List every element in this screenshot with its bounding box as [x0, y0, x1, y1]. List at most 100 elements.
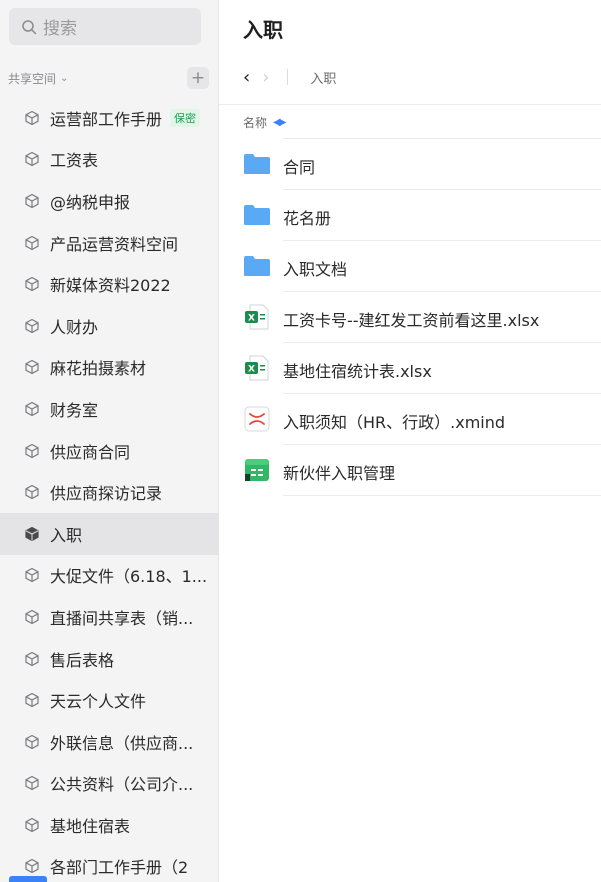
svg-text:X: X	[248, 365, 255, 375]
shared-space-header[interactable]: 共享空间 ⌄	[0, 66, 218, 90]
sidebar-item-label: 财务室	[50, 400, 99, 420]
file-row[interactable]: 入职须知（HR、行政）.xmind	[219, 394, 601, 445]
folder-icon	[244, 256, 270, 276]
confidential-badge: 保密	[170, 108, 201, 127]
file-icon-wrap	[243, 151, 271, 177]
sheet-app-icon	[245, 459, 269, 481]
folder-icon	[244, 154, 270, 174]
sidebar-item[interactable]: 天云个人文件	[0, 679, 218, 721]
excel-file-icon: X	[245, 355, 269, 381]
add-space-button[interactable]: +	[187, 67, 209, 89]
file-row[interactable]: X 工资卡号--建红发工资前看这里.xlsx	[219, 292, 601, 343]
chevron-down-icon: ⌄	[60, 72, 69, 84]
sidebar-item[interactable]: 人财办	[0, 305, 218, 347]
forward-arrow-icon[interactable]: ›	[262, 67, 269, 88]
space-cube-icon	[25, 859, 39, 874]
sidebar-item-label: 运营部工作手册	[50, 109, 163, 129]
page-title: 入职	[243, 18, 283, 42]
file-icon-wrap	[243, 406, 271, 432]
space-cube-icon	[25, 193, 39, 209]
file-icon-wrap	[243, 202, 271, 228]
file-row[interactable]: 新伙伴入职管理	[219, 445, 601, 496]
sidebar-item-label: 麻花拍摄素材	[50, 359, 147, 379]
sidebar-item-label: 新媒体资料2022	[50, 276, 171, 296]
space-cube-icon	[25, 110, 39, 125]
search-icon	[22, 19, 37, 34]
sidebar-item[interactable]: 产品运营资料空间	[0, 222, 218, 264]
file-row[interactable]: 合同	[219, 139, 601, 190]
sidebar-item[interactable]: 入职	[0, 512, 218, 555]
space-cube-icon	[25, 526, 39, 541]
file-icon-wrap: X	[243, 355, 271, 381]
plus-icon: +	[190, 68, 206, 88]
sidebar-item-label: 各部门工作手册（2	[50, 858, 189, 878]
sidebar-item-label: 产品运营资料空间	[50, 234, 179, 254]
sidebar-item[interactable]: 运营部工作手册 保密	[0, 97, 218, 139]
sidebar-item[interactable]: 基地住宿表	[0, 804, 218, 846]
row-divider	[283, 495, 601, 496]
file-list: 合同花名册入职文档 X 工资卡号--建红发工资前看这里.xlsx X 基地住宿统计表.x…	[219, 139, 601, 496]
sidebar-item[interactable]: 大促文件（6.18、1...	[0, 555, 218, 597]
folder-icon	[244, 205, 270, 225]
sidebar-item[interactable]: 供应商探访记录	[0, 471, 218, 513]
sidebar: 搜索 共享空间 ⌄ + 运营部工作手册 保密工资表 @纳税申报产品运营资料空间 新媒体…	[0, 0, 219, 882]
bottom-indicator	[9, 876, 47, 882]
file-row[interactable]: 花名册	[219, 190, 601, 241]
sidebar-item[interactable]: @纳税申报	[0, 180, 218, 222]
file-icon-wrap	[243, 457, 271, 483]
column-header-label: 名称	[243, 116, 268, 130]
column-header-name[interactable]: 名称 ◀▶	[243, 114, 286, 131]
space-cube-icon	[25, 401, 39, 417]
sidebar-item-label: 外联信息（供应商...	[50, 733, 194, 753]
space-cube-icon	[25, 360, 39, 375]
file-name: 合同	[283, 158, 316, 177]
sidebar-item-label: 工资表	[50, 151, 99, 171]
sidebar-item-label: @纳税申报	[50, 192, 131, 212]
file-row[interactable]: 入职文档	[219, 241, 601, 292]
sidebar-item[interactable]: 直播间共享表（销...	[0, 596, 218, 638]
sidebar-item-label: 售后表格	[50, 650, 115, 670]
sidebar-item[interactable]: 供应商合同	[0, 430, 218, 472]
sidebar-item-label: 天云个人文件	[50, 692, 147, 712]
sidebar-item[interactable]: 财务室	[0, 388, 218, 430]
file-name: 入职文档	[283, 260, 348, 279]
file-name: 工资卡号--建红发工资前看这里.xlsx	[283, 311, 540, 330]
sidebar-item[interactable]: 售后表格	[0, 638, 218, 680]
sidebar-item-label: 入职	[50, 525, 83, 545]
sidebar-item-label: 基地住宿表	[50, 816, 131, 836]
sidebar-item-label: 人财办	[50, 317, 99, 337]
file-icon-wrap: X	[243, 304, 271, 330]
breadcrumb[interactable]: 入职	[310, 68, 336, 87]
xmind-file-icon	[244, 406, 270, 432]
space-cube-icon	[25, 443, 39, 458]
sidebar-item[interactable]: 外联信息（供应商...	[0, 721, 218, 763]
excel-file-icon: X	[245, 304, 269, 330]
file-name: 基地住宿统计表.xlsx	[283, 362, 432, 381]
space-cube-icon	[25, 152, 39, 167]
space-cube-icon	[25, 568, 39, 583]
space-list: 运营部工作手册 保密工资表 @纳税申报产品运营资料空间 新媒体资料2022 人财办麻花拍…	[0, 97, 218, 882]
sidebar-item[interactable]: 麻花拍摄素材	[0, 347, 218, 389]
space-cube-icon	[25, 277, 39, 292]
space-cube-icon	[25, 817, 39, 832]
file-name: 花名册	[283, 209, 332, 228]
sidebar-item-label: 供应商探访记录	[50, 484, 163, 504]
nav-divider	[287, 69, 289, 85]
space-cube-icon	[25, 734, 39, 749]
back-arrow-icon[interactable]: ‹	[243, 67, 250, 88]
sidebar-item[interactable]: 新媒体资料2022	[0, 263, 218, 305]
space-cube-icon	[25, 651, 39, 666]
shared-space-label: 共享空间	[8, 71, 57, 86]
sidebar-item[interactable]: 公共资料（公司介...	[0, 763, 218, 805]
file-row[interactable]: X 基地住宿统计表.xlsx	[219, 343, 601, 394]
sidebar-item-label: 公共资料（公司介...	[50, 775, 194, 795]
search-input[interactable]: 搜索	[9, 8, 201, 45]
nav-bar: ‹ › 入职	[243, 64, 336, 90]
space-cube-icon	[25, 235, 39, 250]
sort-icon: ◀▶	[273, 117, 286, 128]
divider	[219, 104, 601, 105]
file-name: 新伙伴入职管理	[283, 464, 396, 483]
space-cube-icon	[25, 693, 39, 708]
sidebar-item[interactable]: 工资表	[0, 139, 218, 181]
sidebar-item-label: 大促文件（6.18、1...	[50, 567, 208, 587]
